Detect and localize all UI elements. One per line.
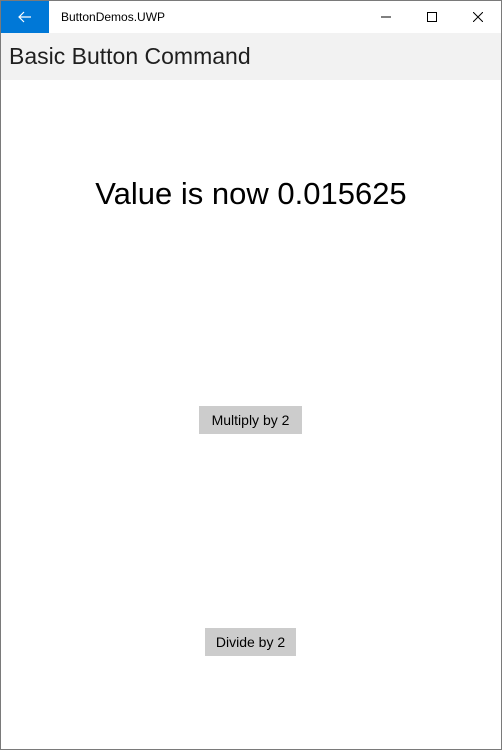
maximize-icon — [427, 12, 437, 22]
maximize-button[interactable] — [409, 1, 455, 33]
divide-button[interactable]: Divide by 2 — [205, 628, 296, 656]
minimize-button[interactable] — [363, 1, 409, 33]
close-icon — [473, 12, 483, 22]
page-header: Basic Button Command — [1, 33, 501, 80]
minimize-icon — [381, 16, 391, 18]
back-arrow-icon — [18, 11, 31, 23]
app-title: ButtonDemos.UWP — [61, 10, 166, 24]
close-button[interactable] — [455, 1, 501, 33]
title-bar: ButtonDemos.UWP — [1, 1, 501, 33]
value-label: Value is now 0.015625 — [95, 176, 407, 211]
app-window: ButtonDemos.UWP Basic Button Command Val… — [0, 0, 502, 750]
page-title: Basic Button Command — [9, 43, 251, 69]
caption-buttons — [363, 1, 501, 33]
multiply-button[interactable]: Multiply by 2 — [199, 406, 302, 434]
back-button[interactable] — [1, 1, 49, 33]
